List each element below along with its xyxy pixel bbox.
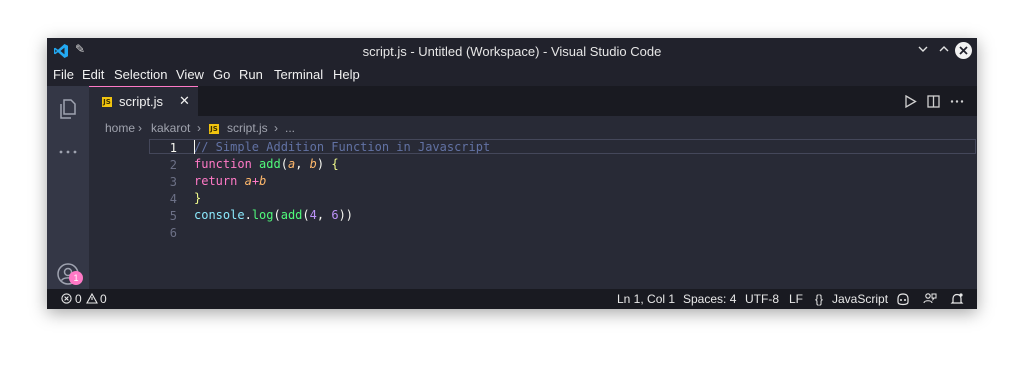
code-line[interactable]: } (194, 191, 201, 205)
maximize-button[interactable] (935, 42, 953, 60)
tab-bar: JS script.js ✕ (89, 86, 977, 116)
copilot-icon[interactable] (896, 292, 910, 306)
javascript-file-icon: JS (102, 97, 112, 107)
menu-file[interactable]: File (53, 67, 74, 82)
chevron-up-icon (939, 46, 949, 52)
line-number: 5 (169, 209, 177, 223)
code-token: ( (273, 208, 281, 222)
menu-view[interactable]: View (176, 67, 204, 82)
breadcrumb-home[interactable]: home (105, 121, 135, 135)
code-line[interactable]: return a+b (194, 174, 266, 188)
breadcrumb-separator: › (197, 121, 201, 135)
code-token: add (280, 208, 303, 222)
warning-icon[interactable] (86, 293, 98, 304)
minimize-button[interactable] (914, 42, 932, 60)
menu-run[interactable]: Run (239, 67, 263, 82)
code-token: return (194, 174, 238, 188)
code-token: , (295, 157, 310, 171)
breadcrumb-more[interactable]: ... (285, 121, 295, 135)
menu-edit[interactable]: Edit (82, 67, 104, 82)
status-bar: 0 0 Ln 1, Col 1 Spaces: 4 UTF-8 LF {} Ja… (47, 289, 977, 309)
code-token: ( (302, 208, 310, 222)
code-line[interactable]: console.log(add(4, 6)) (194, 208, 353, 222)
line-number: 6 (169, 226, 177, 240)
code-token: . (244, 208, 252, 222)
code-line[interactable]: // Simple Addition Function in Javascrip… (194, 140, 490, 154)
breadcrumb-script-js[interactable]: script.js (227, 121, 268, 135)
activity-bar: 1 (47, 86, 89, 309)
line-number: 1 (169, 141, 177, 155)
window-title: script.js - Untitled (Workspace) - Visua… (362, 44, 662, 59)
warning-count[interactable]: 0 (100, 292, 107, 306)
title-bar: ✎ script.js - Untitled (Workspace) - Vis… (47, 38, 977, 65)
more-actions-icon[interactable] (950, 95, 964, 108)
code-line[interactable]: function add(a, b) { (194, 157, 339, 171)
code-token: log (251, 208, 274, 222)
line-number: 3 (169, 175, 177, 189)
code-token: b (309, 157, 317, 171)
code-token: + (251, 174, 260, 188)
code-token: ) (316, 157, 332, 171)
error-count[interactable]: 0 (75, 292, 82, 306)
error-icon[interactable] (61, 293, 72, 304)
chevron-down-icon (918, 46, 928, 52)
more-icon[interactable] (56, 140, 80, 164)
code-token: add (259, 157, 281, 171)
code-token: ( (280, 157, 288, 171)
code-token: function (194, 157, 252, 171)
vscode-window: ✎ script.js - Untitled (Workspace) - Vis… (47, 38, 977, 309)
breadcrumb-separator: › (138, 121, 142, 135)
line-number: 4 (169, 192, 177, 206)
cursor-position[interactable]: Ln 1, Col 1 (617, 292, 675, 306)
tab-label: script.js (119, 94, 164, 109)
code-token: , (316, 208, 332, 222)
menu-help[interactable]: Help (333, 67, 360, 82)
split-editor-icon[interactable] (927, 95, 940, 108)
code-token: { (331, 157, 339, 171)
run-icon[interactable] (904, 95, 917, 108)
text-cursor (194, 140, 195, 154)
code-token: )) (338, 208, 354, 222)
braces-icon: {} (815, 292, 824, 306)
menu-bar: File Edit Selection View Go Run Terminal… (47, 65, 977, 86)
language-mode[interactable]: JavaScript (832, 292, 888, 306)
line-number: 2 (169, 158, 177, 172)
accounts-badge: 1 (69, 271, 83, 285)
menu-go[interactable]: Go (213, 67, 230, 82)
indentation[interactable]: Spaces: 4 (683, 292, 736, 306)
tab-close-icon[interactable]: ✕ (179, 93, 190, 109)
javascript-file-icon: JS (209, 124, 219, 134)
code-token: a (244, 174, 252, 188)
breadcrumb-separator: › (274, 121, 278, 135)
code-token: // Simple Addition Function in Javascrip… (194, 140, 491, 154)
end-of-line[interactable]: LF (789, 292, 803, 306)
code-token: b (259, 174, 267, 188)
encoding[interactable]: UTF-8 (745, 292, 779, 306)
code-token: 6 (331, 208, 339, 222)
code-token: } (194, 191, 202, 205)
explorer-icon[interactable] (56, 97, 80, 121)
menu-selection[interactable]: Selection (114, 67, 167, 82)
breadcrumb-kakarot[interactable]: kakarot (151, 121, 190, 135)
close-window-button[interactable] (955, 42, 972, 59)
close-icon (959, 46, 968, 55)
code-token: 4 (309, 208, 317, 222)
feedback-icon[interactable] (923, 292, 937, 306)
menu-terminal[interactable]: Terminal (274, 67, 323, 82)
code-token: console (194, 208, 245, 222)
code-editor[interactable]: 1 2 3 4 5 6 // Simple Addition Function … (89, 138, 977, 289)
notifications-bell-icon[interactable] (950, 292, 964, 306)
tab-script-js[interactable]: JS script.js ✕ (89, 86, 198, 116)
